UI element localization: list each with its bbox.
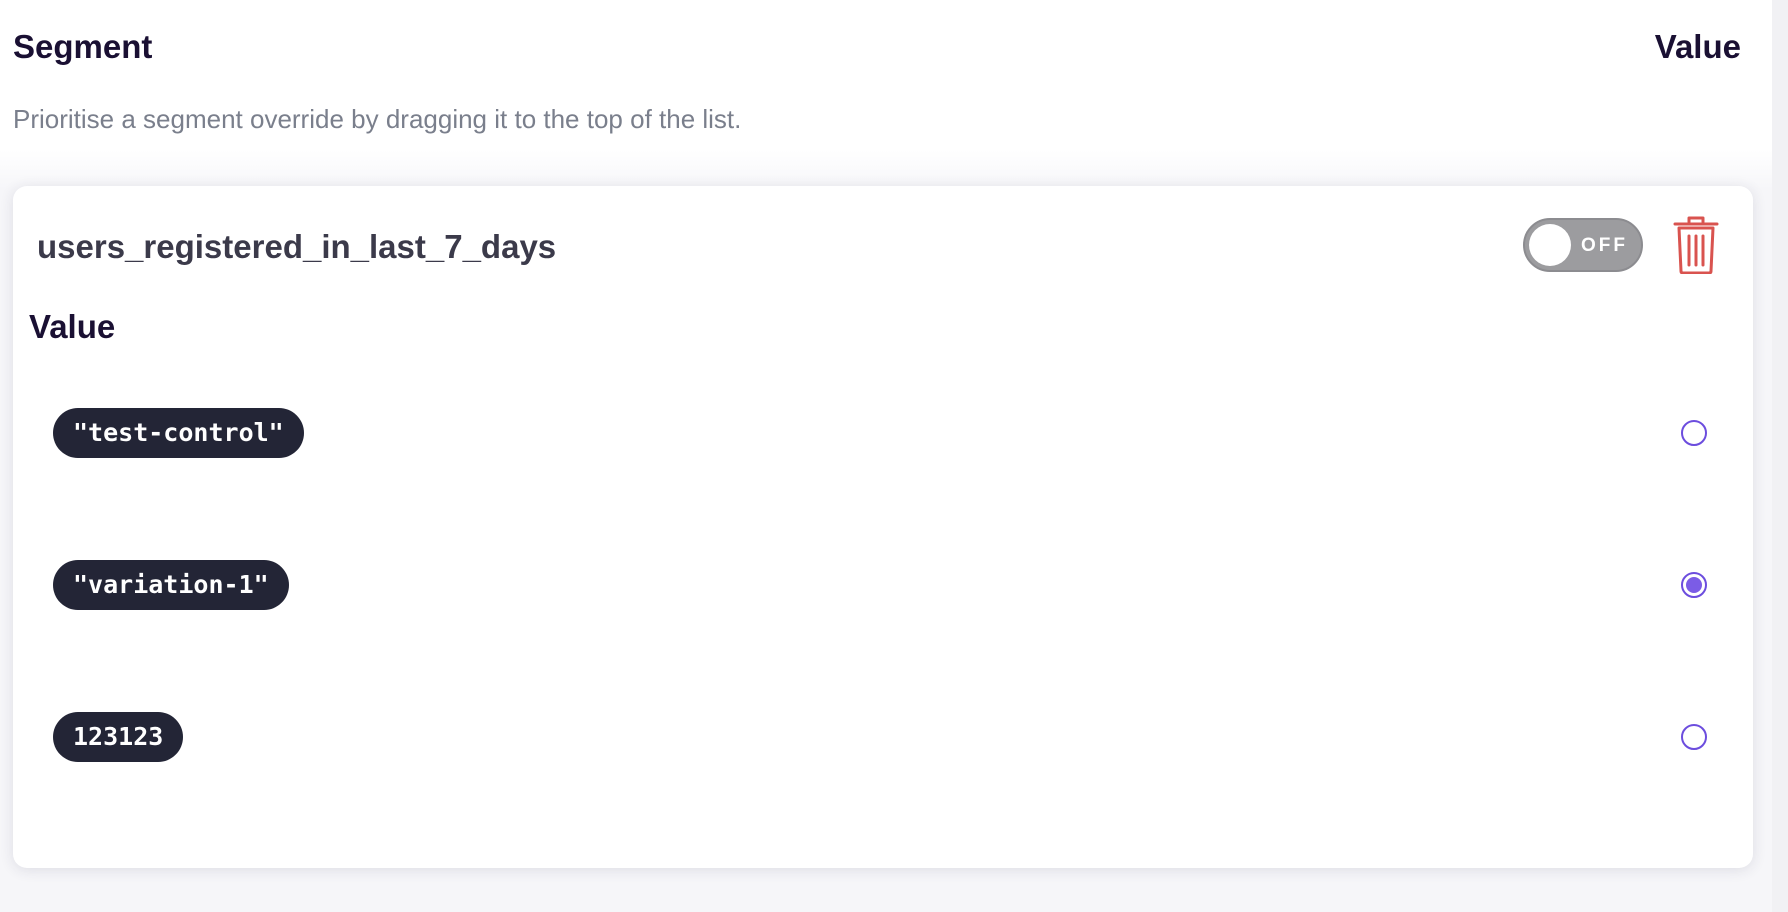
value-heading: Value — [29, 308, 116, 345]
toggle-state-label: OFF — [1581, 235, 1628, 256]
segment-override-card[interactable]: users_registered_in_last_7_days OFF Valu… — [13, 186, 1753, 868]
toggle-knob — [1529, 224, 1571, 266]
scrollbar[interactable] — [1772, 0, 1788, 912]
trash-icon — [1673, 216, 1719, 275]
value-chip: "variation-1" — [53, 560, 289, 610]
value-option[interactable]: 123123 — [53, 712, 1723, 764]
segment-name: users_registered_in_last_7_days — [37, 228, 557, 265]
segment-override-toggle[interactable]: OFF — [1523, 218, 1643, 272]
value-radio[interactable] — [1681, 724, 1707, 750]
value-column-header: Value — [1654, 28, 1741, 65]
delete-override-button[interactable] — [1671, 216, 1721, 275]
page: Segment Value Prioritise a segment overr… — [0, 0, 1788, 912]
value-radio-selected[interactable] — [1681, 572, 1707, 598]
value-chip: "test-control" — [53, 408, 304, 458]
table-header: Segment Value — [13, 28, 1741, 72]
value-option[interactable]: "test-control" — [53, 408, 1723, 460]
segment-column-header: Segment — [13, 28, 153, 65]
value-option[interactable]: "variation-1" — [53, 560, 1723, 612]
value-chip: 123123 — [53, 712, 184, 762]
priority-hint: Prioritise a segment override by draggin… — [13, 104, 742, 134]
value-radio[interactable] — [1681, 420, 1707, 446]
